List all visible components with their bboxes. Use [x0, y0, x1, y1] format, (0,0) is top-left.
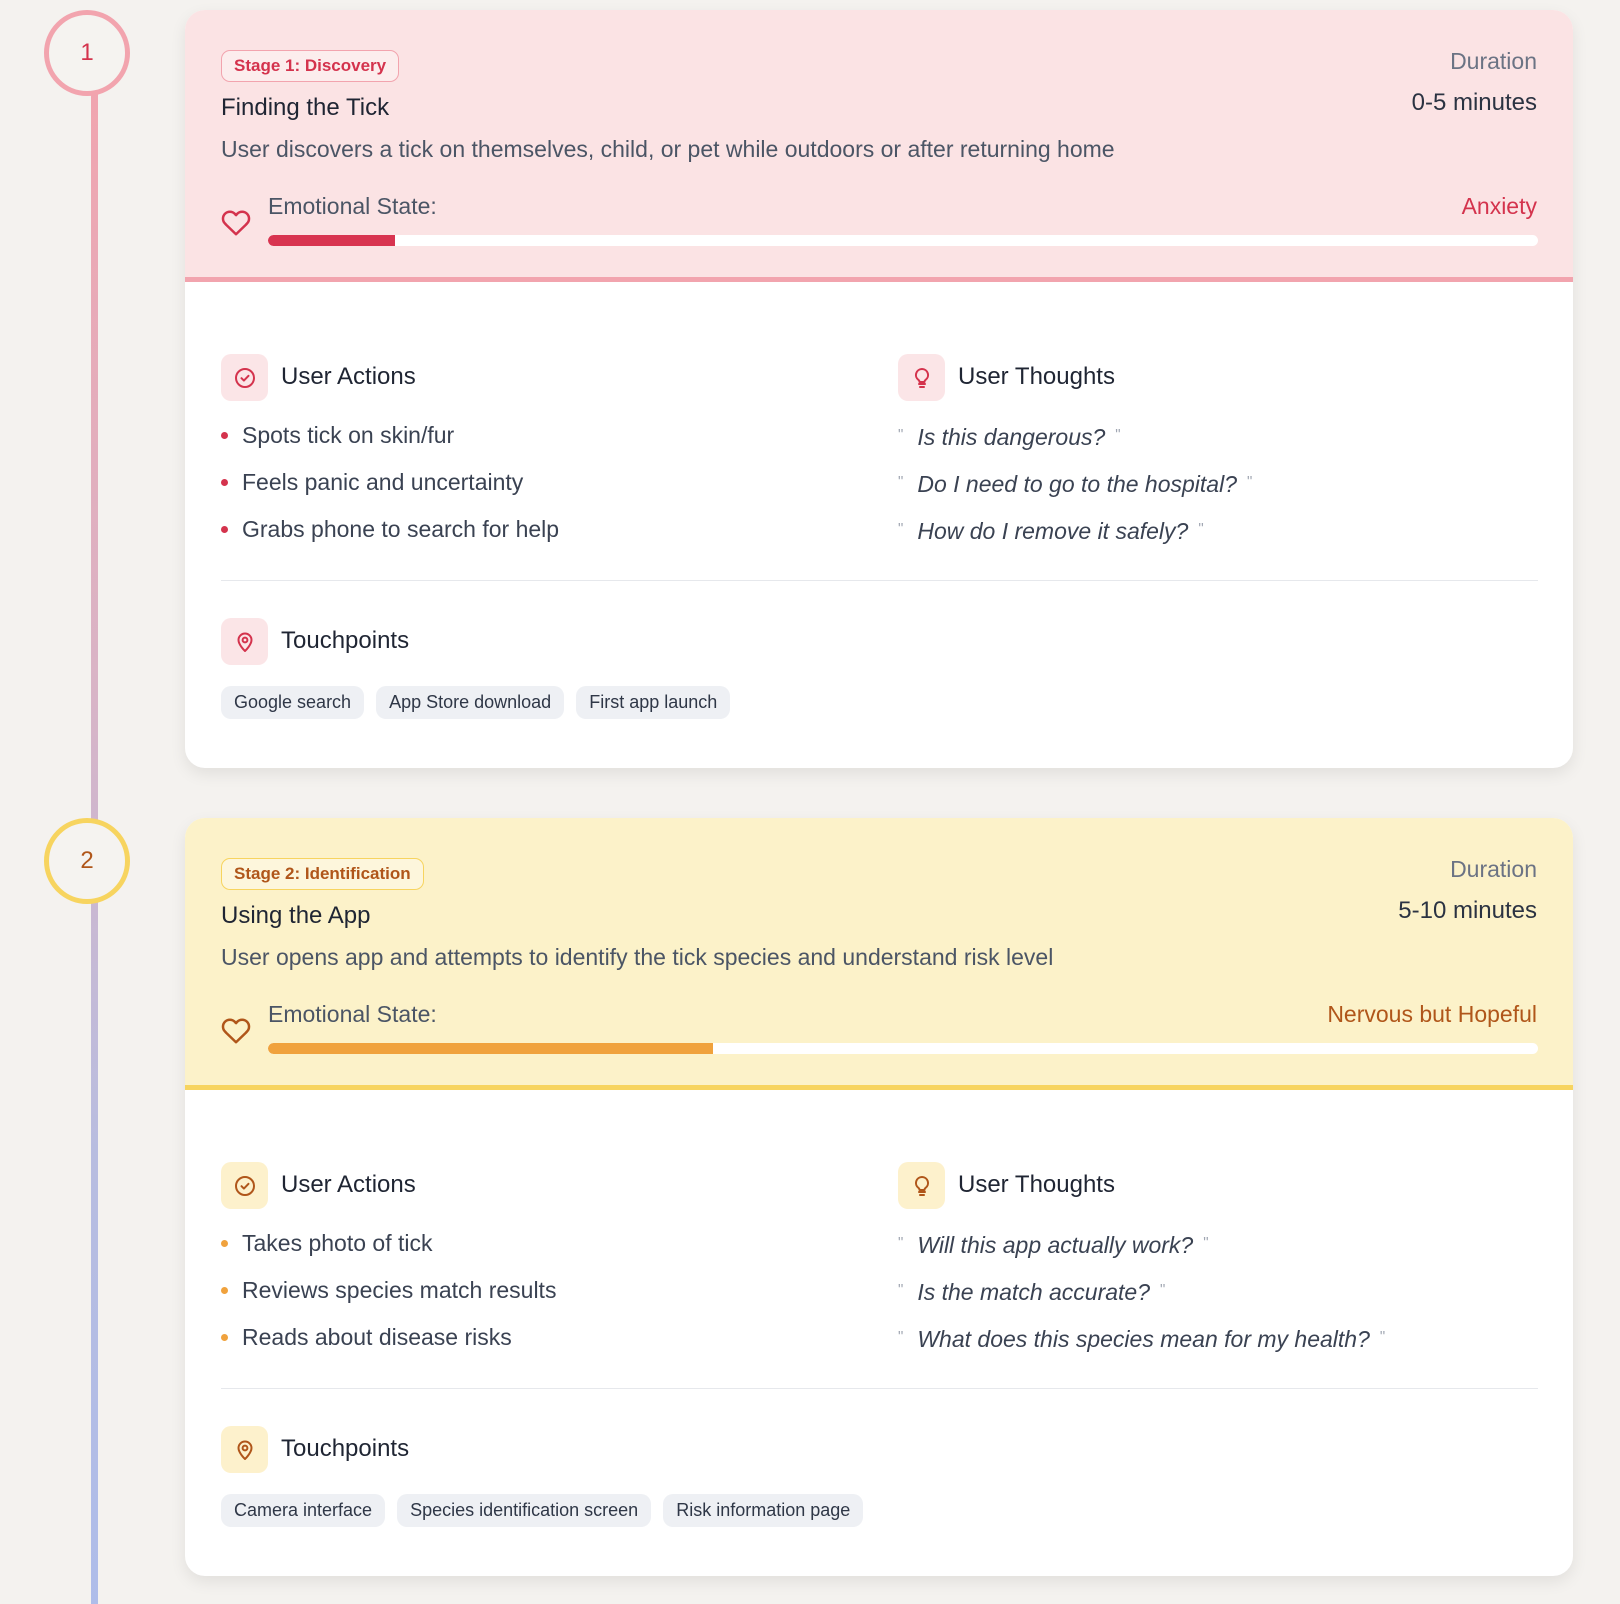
list-item: " Is this dangerous? " [898, 424, 1121, 450]
list-item: Feels panic and uncertainty [221, 468, 821, 515]
thought-text: Do I need to go to the hospital? [917, 471, 1238, 497]
list-item: " Do I need to go to the hospital? " [898, 471, 1253, 497]
thought-text: Is the match accurate? [917, 1279, 1151, 1305]
duration-value: 5-10 minutes [1398, 897, 1537, 924]
emotional-state-value: Anxiety [1461, 193, 1537, 219]
touchpoints-list: Google search App Store download First a… [221, 686, 731, 719]
thought-text: What does this species mean for my healt… [917, 1326, 1370, 1352]
heart-icon [221, 210, 251, 236]
journey-timeline: 1 Stage 1: Discovery Finding the Tick Us… [0, 0, 1620, 1604]
stage-number-marker: 1 [44, 10, 130, 96]
stage-description: User opens app and attempts to identify … [221, 944, 1054, 970]
touchpoint-chip: App Store download [376, 686, 565, 719]
stage-description: User discovers a tick on themselves, chi… [221, 136, 1115, 162]
touchpoints-title: Touchpoints [281, 627, 410, 654]
user-thoughts-title: User Thoughts [958, 363, 1115, 390]
list-item: Reads about disease risks [221, 1323, 821, 1370]
user-thoughts-list: " Is this dangerous? " " Do I need to go to… [898, 421, 1538, 562]
lightbulb-icon [898, 1162, 945, 1209]
stage-title: Finding the Tick [221, 94, 390, 121]
list-item: " Will this app actually work? " [898, 1232, 1209, 1258]
map-pin-icon [221, 1426, 268, 1473]
stage-card: Stage 1: Discovery Finding the Tick User… [185, 10, 1573, 768]
stage-badge: Stage 2: Identification [221, 858, 424, 890]
emotional-state-label: Emotional State: [268, 1001, 437, 1027]
stage-title: Using the App [221, 902, 371, 929]
stage-details: User Actions Spots tick on skin/fur Feel… [185, 282, 1573, 768]
stage-details: User Actions Takes photo of tick Reviews… [185, 1090, 1573, 1576]
touchpoint-chip: First app launch [576, 686, 731, 719]
stage-number: 2 [80, 847, 94, 874]
thought-text: How do I remove it safely? [917, 518, 1189, 544]
emotional-state-bar [268, 1043, 1538, 1054]
section-divider [221, 1388, 1538, 1389]
list-item: " What does this species mean for my heal… [898, 1326, 1386, 1352]
user-thoughts-title: User Thoughts [958, 1171, 1115, 1198]
list-item: Grabs phone to search for help [221, 515, 821, 562]
lightbulb-icon [898, 354, 945, 401]
user-actions-title: User Actions [281, 363, 416, 390]
emotional-state-value: Nervous but Hopeful [1327, 1001, 1537, 1027]
check-circle-icon [221, 1162, 268, 1209]
duration-value: 0-5 minutes [1411, 89, 1537, 116]
list-item: Reviews species match results [221, 1276, 821, 1323]
section-divider [221, 580, 1538, 581]
touchpoint-chip: Google search [221, 686, 365, 719]
user-actions-title: User Actions [281, 1171, 416, 1198]
stage-header: Stage 2: Identification Using the App Us… [185, 818, 1573, 1090]
stage-card: Stage 2: Identification Using the App Us… [185, 818, 1573, 1576]
thought-text: Will this app actually work? [917, 1232, 1194, 1258]
emotional-state-bar-fill [268, 235, 395, 246]
duration-label: Duration [1450, 856, 1537, 882]
thought-text: Is this dangerous? [917, 424, 1106, 450]
duration-label: Duration [1450, 48, 1537, 74]
touchpoints-list: Camera interface Species identification … [221, 1494, 864, 1527]
stage-number-marker: 2 [44, 818, 130, 904]
list-item: " How do I remove it safely? " [898, 518, 1204, 544]
list-item: " Is the match accurate? " [898, 1279, 1166, 1305]
heart-icon [221, 1018, 251, 1044]
touchpoint-chip: Camera interface [221, 1494, 386, 1527]
touchpoints-title: Touchpoints [281, 1435, 410, 1462]
emotional-state-label: Emotional State: [268, 193, 437, 219]
user-actions-list: Takes photo of tick Reviews species matc… [221, 1229, 821, 1370]
touchpoint-chip: Species identification screen [397, 1494, 652, 1527]
touchpoint-chip: Risk information page [663, 1494, 864, 1527]
emotional-state-bar [268, 235, 1538, 246]
map-pin-icon [221, 618, 268, 665]
list-item: Takes photo of tick [221, 1229, 821, 1276]
check-circle-icon [221, 354, 268, 401]
user-actions-list: Spots tick on skin/fur Feels panic and u… [221, 421, 821, 562]
emotional-state-bar-fill [268, 1043, 713, 1054]
stage-header: Stage 1: Discovery Finding the Tick User… [185, 10, 1573, 282]
user-thoughts-list: " Will this app actually work? " " Is the m… [898, 1229, 1538, 1370]
stage-badge: Stage 1: Discovery [221, 50, 400, 82]
stage-number: 1 [80, 39, 94, 66]
list-item: Spots tick on skin/fur [221, 421, 821, 468]
